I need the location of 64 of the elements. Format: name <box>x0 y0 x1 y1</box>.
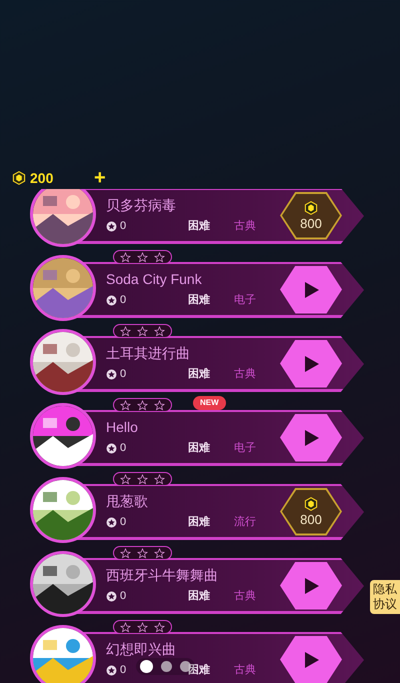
difficulty: 困难 <box>188 292 210 308</box>
star-icon <box>137 400 148 410</box>
star-icon <box>154 622 165 632</box>
genre: 电子 <box>234 441 256 456</box>
difficulty: 困难 <box>188 588 210 604</box>
genre: 古典 <box>234 663 256 678</box>
coin-icon <box>304 497 318 511</box>
song-title: Hello <box>106 418 139 436</box>
price: 800 <box>300 217 322 230</box>
difficulty: 困难 <box>188 514 210 530</box>
price-button[interactable]: 800 <box>280 488 342 536</box>
star-icon <box>137 326 148 336</box>
coin-icon <box>304 201 318 215</box>
difficulty: 困难 <box>188 440 210 456</box>
star-icon <box>120 548 131 558</box>
price-button[interactable]: 800 <box>280 192 342 240</box>
best-score: 0 <box>120 219 126 234</box>
genre: 古典 <box>234 219 256 234</box>
song-title: 西班牙斗牛舞舞曲 <box>106 566 219 584</box>
song-title: 贝多芬病毒 <box>106 196 177 214</box>
star-icon <box>154 548 165 558</box>
price: 800 <box>300 513 322 526</box>
best-score: 0 <box>120 589 126 604</box>
song-title: 土耳其进行曲 <box>106 344 191 362</box>
song-title: Soda City Funk <box>106 270 203 288</box>
star-badge-icon <box>106 369 117 380</box>
star-icon <box>120 400 131 410</box>
difficulty: 困难 <box>188 366 210 382</box>
best-score: 0 <box>120 663 126 678</box>
star-badge-icon <box>106 517 117 528</box>
star-icon <box>154 252 165 262</box>
best-score: 0 <box>120 441 126 456</box>
song-title: 甩葱歌 <box>106 492 149 510</box>
star-icon <box>137 548 148 558</box>
best-score: 0 <box>120 515 126 530</box>
privacy-tab[interactable]: 隐私协议 <box>370 580 400 614</box>
star-icon <box>137 252 148 262</box>
star-badge-icon <box>106 443 117 454</box>
best-score: 0 <box>120 367 126 382</box>
star-icon <box>154 474 165 484</box>
star-icon <box>120 326 131 336</box>
star-icon <box>154 400 165 410</box>
star-icon <box>120 622 131 632</box>
star-icon <box>137 622 148 632</box>
difficulty: 困难 <box>188 662 210 678</box>
star-icon <box>120 474 131 484</box>
coin-icon <box>12 171 26 185</box>
genre: 流行 <box>234 514 256 530</box>
star-badge-icon <box>106 665 117 676</box>
difficulty: 困难 <box>188 218 210 234</box>
genre: 电子 <box>234 293 256 308</box>
new-badge: NEW <box>193 396 226 410</box>
genre: 古典 <box>234 367 256 382</box>
genre: 古典 <box>234 589 256 604</box>
star-icon <box>120 252 131 262</box>
song-title: 幻想即兴曲 <box>106 640 177 658</box>
star-badge-icon <box>106 221 117 232</box>
star-badge-icon <box>106 591 117 602</box>
star-icon <box>154 326 165 336</box>
star-badge-icon <box>106 295 117 306</box>
best-score: 0 <box>120 293 126 308</box>
add-coins-button[interactable]: + <box>94 168 106 188</box>
star-icon <box>137 474 148 484</box>
coin-count: 200 <box>30 168 54 188</box>
